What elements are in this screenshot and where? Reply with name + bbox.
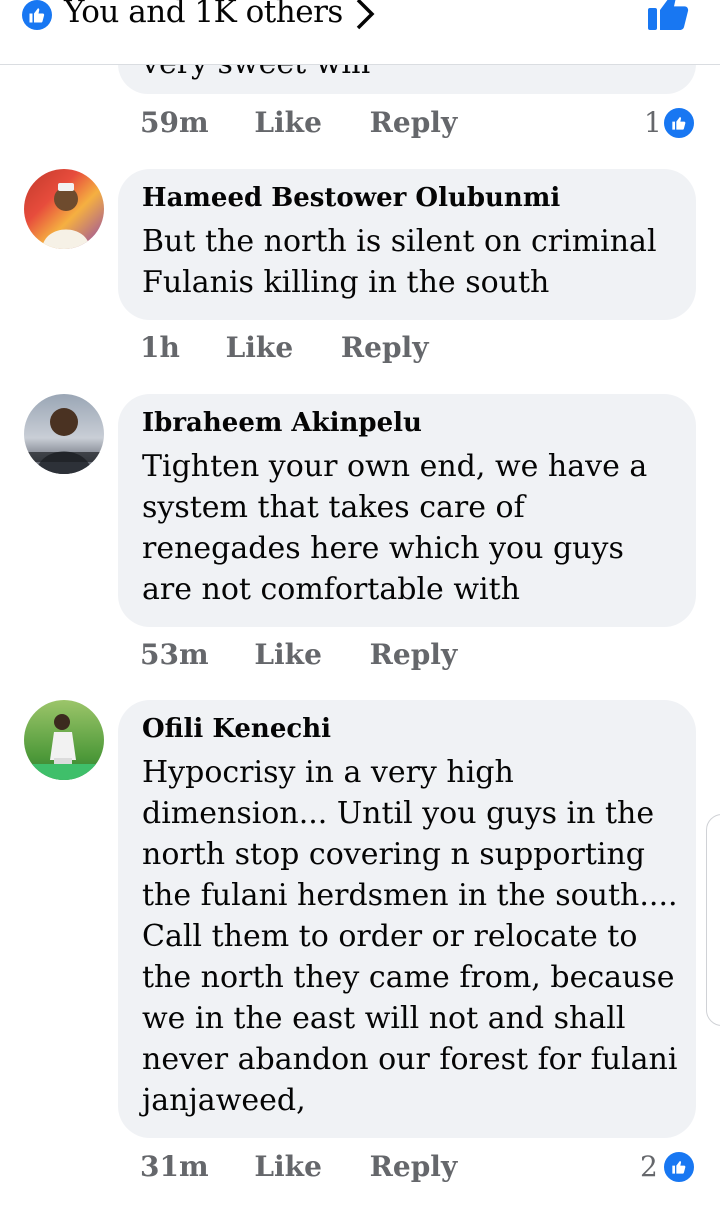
comment-time: 59m	[140, 106, 209, 139]
comment-text: Tighten your own end, we have a system t…	[142, 449, 648, 607]
comment-author[interactable]: Ofili Kenechi	[142, 714, 331, 744]
reaction-count[interactable]: 1	[644, 106, 662, 139]
comment-actions: 53m Like Reply	[140, 638, 457, 671]
reactors-summary[interactable]: You and 1K others	[64, 0, 343, 30]
reply-button[interactable]: Reply	[370, 1150, 458, 1183]
comment-text: Hypocrisy in a very high dimension... Un…	[142, 755, 678, 1118]
like-reaction-icon	[662, 106, 696, 140]
avatar[interactable]	[24, 394, 104, 474]
comment-actions: 31m Like Reply	[140, 1150, 457, 1183]
comment-actions: 59m Like Reply	[140, 106, 457, 139]
comment-time: 1h	[140, 331, 180, 364]
comment-author[interactable]: Ibraheem Akinpelu	[142, 408, 422, 438]
reaction-count[interactable]: 2	[640, 1150, 658, 1183]
avatar[interactable]	[24, 169, 104, 249]
like-button[interactable]: Like	[226, 331, 294, 364]
like-reaction-icon	[662, 1150, 696, 1184]
like-reaction-icon	[22, 0, 52, 30]
comment-time: 53m	[140, 638, 209, 671]
comment-bubble[interactable]: Ibraheem Akinpelu Tighten your own end, …	[118, 394, 696, 627]
comment-time: 31m	[140, 1150, 209, 1183]
comment-author[interactable]: Hameed Bestower Olubunmi	[142, 183, 560, 213]
comment-bubble[interactable]: Ofili Kenechi Hypocrisy in a very high d…	[118, 700, 696, 1138]
reply-button[interactable]: Reply	[370, 638, 458, 671]
comment-text: But the north is silent on criminal Fula…	[142, 224, 657, 300]
reply-button[interactable]: Reply	[370, 106, 458, 139]
like-button[interactable]: Like	[254, 1150, 322, 1183]
reply-button[interactable]: Reply	[341, 331, 429, 364]
reactions-bar[interactable]: You and 1K others	[0, 0, 720, 65]
like-button[interactable]: Like	[254, 638, 322, 671]
like-icon[interactable]	[646, 0, 690, 32]
avatar[interactable]	[24, 700, 104, 780]
comment-actions: 1h Like Reply	[140, 331, 428, 364]
chevron-right-icon[interactable]	[352, 0, 378, 30]
side-panel-handle[interactable]	[706, 814, 720, 1026]
comment-bubble[interactable]: Hameed Bestower Olubunmi But the north i…	[118, 169, 696, 320]
like-button[interactable]: Like	[254, 106, 322, 139]
